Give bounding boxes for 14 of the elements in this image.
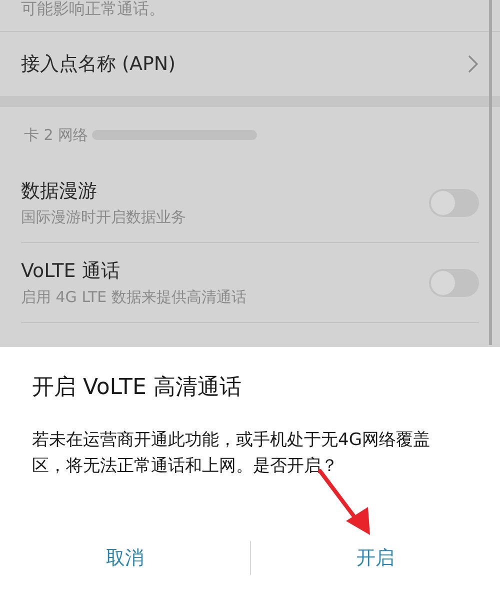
arrow-annotation-icon [318,469,372,537]
note-text: 可能影响正常通话。 [21,0,165,19]
setting-subtitle: 国际漫游时开启数据业务 [21,206,186,226]
setting-title: 数据漫游 [21,178,98,202]
section-header: 卡 2 网络 [24,124,88,146]
setting-title: VoLTE 通话 [21,258,121,282]
apn-label: 接入点名称 (APN) [21,52,176,77]
dialog-title: 开启 VoLTE 高清通话 [31,374,242,402]
dialog-button[interactable]: 开启 [251,536,500,580]
setting-subtitle: 启用 4G LTE 数据来提供高清通话 [21,286,246,306]
dialog-button[interactable]: 取消 [0,536,250,580]
dialog-message: 若未在运营商开通此功能，或手机处于无4G网络覆盖区，将无法正常通话和上网。是否开启？ [31,429,431,478]
apn-row[interactable]: 接入点名称 (APN) [0,32,500,96]
chevron-right-icon [468,55,478,73]
